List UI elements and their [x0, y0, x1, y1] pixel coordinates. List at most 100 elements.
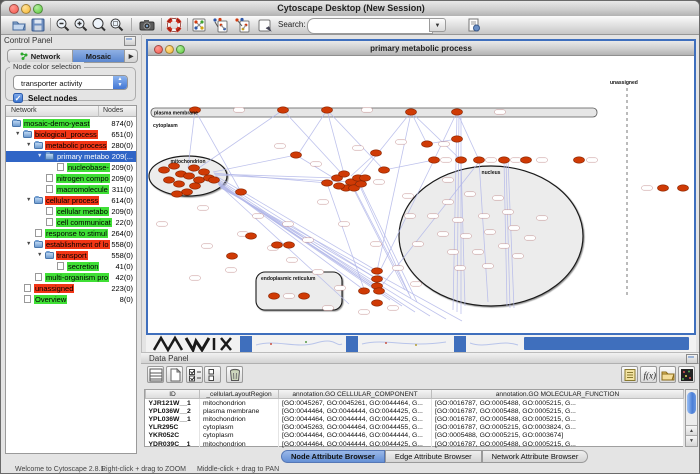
network-node-small[interactable] — [275, 144, 286, 148]
network-node-small[interactable] — [374, 180, 385, 184]
network-node-small[interactable] — [483, 264, 494, 268]
network-view-titlebar[interactable]: primary metabolic process — [148, 41, 694, 56]
network-node-small[interactable] — [537, 216, 548, 220]
network-node-small[interactable] — [323, 306, 334, 310]
network-node[interactable] — [236, 189, 247, 195]
network-node-small[interactable] — [405, 214, 416, 218]
tab-edge-attribute-browser[interactable]: Edge Attribute Browser — [385, 450, 482, 463]
network-node[interactable] — [322, 107, 333, 113]
network-node-small[interactable] — [198, 206, 209, 210]
expand-triangle-icon[interactable]: ▼ — [26, 197, 31, 203]
network-node-small[interactable] — [493, 196, 504, 200]
network-node[interactable] — [174, 181, 185, 187]
network-node[interactable] — [499, 157, 510, 163]
network-node-small[interactable] — [473, 250, 484, 254]
network-node-small[interactable] — [339, 222, 350, 226]
expand-triangle-icon[interactable]: ▼ — [37, 153, 42, 159]
control-panel-float-icon[interactable] — [124, 36, 136, 46]
network-node-small[interactable] — [537, 158, 548, 162]
network-node-small[interactable] — [439, 142, 450, 146]
tree-row[interactable]: nitrogen compo209(0) — [6, 173, 136, 184]
open-icon[interactable] — [11, 17, 27, 33]
network-node[interactable] — [284, 242, 295, 248]
tab-mosaic[interactable]: Mosaic — [73, 49, 125, 63]
table-row[interactable]: YPL036W__2plasma membrane[GO:0044464, GO… — [146, 407, 684, 415]
table-row[interactable]: YPL036W__1mitochondrion[GO:0044464, GO:0… — [146, 415, 684, 423]
search-options-icon[interactable] — [466, 17, 482, 33]
network-canvas[interactable]: plasma membranecytoplasmmitochondrionnuc… — [148, 56, 693, 332]
function-builder-icon[interactable]: f(x) — [640, 366, 657, 383]
network-node[interactable] — [164, 177, 175, 183]
network-node[interactable] — [339, 171, 350, 177]
network-node-small[interactable] — [202, 244, 213, 248]
expand-triangle-icon[interactable]: ▼ — [15, 131, 20, 137]
import-attributes-icon[interactable] — [659, 366, 676, 383]
zoom-selected-icon[interactable] — [109, 17, 125, 33]
network-node-small[interactable] — [226, 268, 237, 272]
attribute-table-header[interactable]: ID_cellularLayoutRegionannotation.GO CEL… — [146, 390, 684, 399]
tree-row[interactable]: multi-organism pro42(0) — [6, 272, 136, 283]
tab-overflow-arrow[interactable]: ▶ — [125, 49, 138, 63]
zoom-fit-icon[interactable] — [91, 17, 107, 33]
expand-triangle-icon[interactable]: ▼ — [26, 142, 31, 148]
network-node-small[interactable] — [443, 200, 454, 204]
data-panel-float-icon[interactable] — [686, 354, 698, 364]
network-node-small[interactable] — [413, 242, 424, 246]
zoom-in-icon[interactable] — [73, 17, 89, 33]
network-node[interactable] — [372, 276, 383, 282]
network-node[interactable] — [452, 109, 463, 115]
network-node[interactable] — [182, 189, 193, 195]
network-node-small[interactable] — [495, 110, 506, 114]
tree-row[interactable]: ▼establishment of lo558(0) — [6, 239, 136, 250]
network-node[interactable] — [190, 183, 201, 189]
network-node-small[interactable] — [190, 276, 201, 280]
network-node[interactable] — [372, 268, 383, 274]
network-node-small[interactable] — [503, 210, 514, 214]
column-header[interactable]: annotation.GO CELLULAR_COMPONENT — [279, 390, 432, 399]
layout-b-icon[interactable] — [234, 17, 250, 33]
network-node[interactable] — [359, 288, 370, 294]
tree-row[interactable]: cellular metabo209(0) — [6, 206, 136, 217]
attribute-table-icon[interactable] — [147, 366, 164, 383]
network-node-small[interactable] — [441, 158, 452, 162]
network-node[interactable] — [452, 136, 463, 142]
network-node-small[interactable] — [438, 232, 449, 236]
new-attribute-icon[interactable] — [166, 366, 183, 383]
network-node-small[interactable] — [311, 162, 322, 166]
network-node[interactable] — [372, 300, 383, 306]
tree-row[interactable]: ▼cellular process614(0) — [6, 195, 136, 206]
tree-row[interactable]: unassigned223(0) — [6, 283, 136, 294]
network-node[interactable] — [456, 157, 467, 163]
tree-row[interactable]: macromolecule311(0) — [6, 184, 136, 195]
network-node-small[interactable] — [335, 286, 346, 290]
select-attributes-icon[interactable] — [186, 366, 203, 383]
network-node-small[interactable] — [455, 266, 466, 270]
network-node-small[interactable] — [411, 282, 422, 286]
tree-row[interactable]: response to stimul264(0) — [6, 228, 136, 239]
network-node[interactable] — [429, 157, 440, 163]
network-node-small[interactable] — [396, 140, 407, 144]
delete-attribute-icon[interactable] — [226, 366, 243, 383]
network-node-small[interactable] — [359, 310, 370, 314]
help-ring-icon[interactable] — [166, 17, 182, 33]
network-node-small[interactable] — [486, 158, 497, 162]
network-node-small[interactable] — [479, 214, 490, 218]
snapshot-icon[interactable] — [139, 17, 155, 33]
network-node[interactable] — [184, 173, 195, 179]
network-node-small[interactable] — [461, 234, 472, 238]
network-node[interactable] — [360, 175, 371, 181]
tab-network-attribute-browser[interactable]: Network Attribute Browser — [482, 450, 589, 463]
attribute-table[interactable]: ID_cellularLayoutRegionannotation.GO CEL… — [144, 389, 684, 447]
network-node-small[interactable] — [465, 192, 476, 196]
network-node-small[interactable] — [362, 108, 373, 112]
save-icon[interactable] — [30, 17, 46, 33]
network-node-small[interactable] — [353, 146, 364, 150]
tab-network[interactable]: Network — [7, 49, 73, 63]
network-node[interactable] — [374, 288, 385, 294]
network-node[interactable] — [574, 157, 585, 163]
tree-row[interactable]: cell communicat22(0) — [6, 217, 136, 228]
network-node[interactable] — [678, 185, 689, 191]
network-node-small[interactable] — [499, 244, 510, 248]
network-node-small[interactable] — [313, 270, 324, 274]
network-node[interactable] — [379, 167, 390, 173]
